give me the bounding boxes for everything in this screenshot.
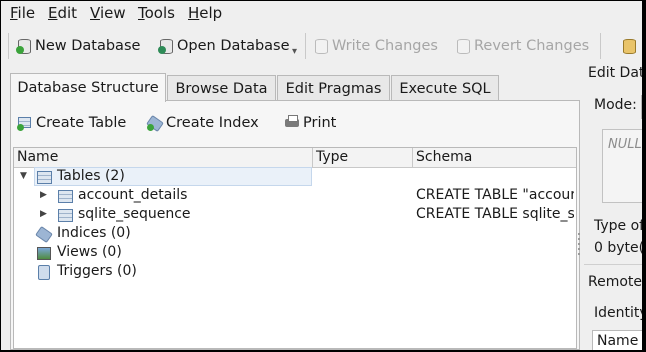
remote-title: Remote [588, 274, 642, 290]
tab-label: Browse Data [175, 80, 268, 97]
tree-row-table[interactable]: ▶ sqlite_sequence CREATE TABLE sqlite_s [14, 205, 576, 224]
open-database-dropdown-icon[interactable]: ▾ [292, 41, 297, 61]
null-placeholder: NULL [608, 137, 642, 152]
type-of-data-label: Type of [594, 218, 642, 234]
open-database-label: Open Database [177, 38, 290, 54]
create-table-button[interactable]: Create Table [17, 113, 126, 133]
tree-row-indices[interactable]: Indices (0) [14, 224, 576, 244]
tree-row-views[interactable]: Views (0) [14, 243, 576, 262]
write-changes-icon [313, 38, 329, 54]
trigger-icon [36, 264, 51, 280]
schema-tree[interactable]: Name Type Schema ▼ Tables (2) ▶ account_… [13, 147, 577, 349]
create-table-label: Create Table [36, 115, 127, 131]
new-database-icon [16, 38, 32, 54]
remote-list-header-name: Name [597, 333, 639, 349]
column-header-name[interactable]: Name [14, 148, 313, 167]
tree-row-label: Indices (0) [57, 225, 131, 241]
open-database-button[interactable]: Open Database [158, 36, 290, 56]
expand-arrow-icon[interactable]: ▶ [40, 205, 47, 224]
menu-tools[interactable]: Tools [138, 4, 175, 22]
menu-file[interactable]: File [10, 4, 35, 22]
create-index-label: Create Index [166, 115, 259, 131]
splitter-handle[interactable] [578, 233, 580, 293]
revert-changes-button[interactable]: Revert Changes [455, 36, 589, 56]
column-header-type[interactable]: Type [313, 148, 413, 167]
tree-row-schema: CREATE TABLE "accour [416, 187, 574, 203]
tab-execute-sql[interactable]: Execute SQL [391, 75, 499, 101]
app-window: File Edit View Tools Help New Database O… [1, 1, 642, 350]
table-icon [57, 188, 73, 203]
tree-row-schema: CREATE TABLE sqlite_s [416, 206, 574, 222]
mode-select[interactable] [641, 95, 642, 119]
open-database-icon [158, 38, 174, 54]
new-database-label: New Database [35, 38, 141, 54]
toolbar-separator [600, 33, 601, 59]
write-changes-label: Write Changes [332, 38, 438, 54]
tab-database-structure[interactable]: Database Structure [10, 73, 166, 102]
column-header-schema[interactable]: Schema [413, 148, 576, 167]
tab-label: Execute SQL [399, 80, 491, 97]
tree-header: Name Type Schema [14, 148, 576, 168]
tree-row-tables[interactable]: ▼ Tables (2) [14, 167, 576, 186]
menu-edit[interactable]: Edit [48, 4, 77, 22]
edit-cell-title: Edit Data [588, 65, 642, 81]
tree-row-table[interactable]: ▶ account_details CREATE TABLE "accour [14, 186, 576, 205]
data-size-label: 0 byte(s [594, 240, 642, 256]
cell-editor[interactable]: NULL [602, 129, 642, 203]
identity-label: Identity [594, 305, 642, 321]
edit-cell-dock: Edit Data Mode: NULL Type of 0 byte(s Re… [584, 61, 642, 350]
remote-list[interactable]: Name [592, 330, 642, 350]
tab-label: Edit Pragmas [285, 80, 382, 97]
printer-icon [284, 115, 300, 131]
main-toolbar: New Database Open Database ▾ Write Chang… [1, 27, 642, 63]
menu-view[interactable]: View [90, 4, 126, 22]
dock-divider [584, 264, 642, 265]
revert-changes-label: Revert Changes [474, 38, 590, 54]
tree-row-label: Tables (2) [57, 168, 125, 184]
toolbar-separator [305, 33, 306, 59]
tab-label: Database Structure [17, 80, 159, 96]
create-table-icon [17, 115, 33, 131]
revert-changes-icon [455, 38, 471, 54]
index-icon [35, 225, 53, 244]
expand-arrow-icon[interactable]: ▶ [40, 186, 47, 205]
view-icon [36, 245, 51, 260]
tree-row-triggers[interactable]: Triggers (0) [14, 262, 576, 281]
toolbar-grip [8, 33, 9, 59]
tree-row-label: account_details [78, 187, 188, 203]
create-index-button[interactable]: Create Index [146, 113, 259, 133]
open-project-button[interactable] [621, 36, 640, 56]
open-project-icon [621, 38, 637, 54]
write-changes-button[interactable]: Write Changes [313, 36, 438, 56]
tree-row-label: sqlite_sequence [78, 206, 191, 222]
menu-help[interactable]: Help [188, 4, 222, 22]
tab-browse-data[interactable]: Browse Data [167, 75, 276, 101]
tab-edit-pragmas[interactable]: Edit Pragmas [277, 75, 390, 101]
collapse-arrow-icon[interactable]: ▼ [20, 167, 27, 186]
menu-bar: File Edit View Tools Help [1, 1, 642, 25]
mode-label: Mode: [594, 97, 637, 113]
tree-row-label: Views (0) [57, 244, 122, 260]
table-icon [57, 207, 73, 222]
tree-row-label: Triggers (0) [57, 263, 137, 279]
create-index-icon [146, 114, 164, 133]
database-structure-panel: Create Table Create Index Print Name Typ… [10, 100, 580, 350]
print-label: Print [303, 115, 337, 131]
print-button[interactable]: Print [284, 113, 336, 133]
table-icon [36, 169, 52, 184]
new-database-button[interactable]: New Database [16, 36, 140, 56]
